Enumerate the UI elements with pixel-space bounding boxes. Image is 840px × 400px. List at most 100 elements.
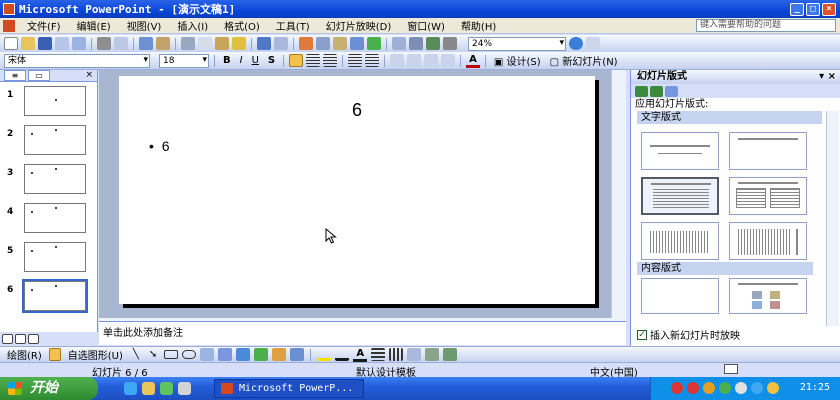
task-pane-close-icon[interactable]: ▾ × (819, 70, 836, 84)
arrow-icon[interactable]: ➘ (146, 349, 160, 360)
tray-icon-3[interactable] (703, 382, 715, 394)
redo-icon[interactable] (274, 37, 288, 50)
insert-table-icon[interactable] (316, 37, 330, 50)
zoom-combo[interactable]: 24% (468, 36, 566, 51)
decrease-font-icon[interactable] (407, 54, 422, 67)
picture-icon[interactable] (290, 348, 305, 361)
menu-edit[interactable]: 编辑(E) (69, 18, 119, 33)
slide-title[interactable]: 6 (119, 100, 595, 121)
menu-insert[interactable]: 插入(I) (169, 18, 216, 33)
research-icon[interactable] (156, 37, 170, 50)
dash-style-icon[interactable] (389, 348, 404, 361)
align-center-icon[interactable] (306, 54, 321, 67)
new-slide-button[interactable]: ▢ 新幻灯片(N) (547, 53, 621, 68)
tray-icon-1[interactable] (671, 382, 683, 394)
layout-vertical-title-text[interactable] (729, 222, 807, 260)
normal-view-icon[interactable] (2, 333, 13, 344)
italic-button[interactable]: I (237, 55, 246, 66)
help-search-input[interactable]: 键入需要帮助的问题 (696, 19, 836, 32)
draw-font-color-icon[interactable]: A (353, 348, 368, 362)
help-icon[interactable] (569, 37, 583, 50)
arrow-style-icon[interactable] (407, 348, 422, 361)
menu-file[interactable]: 文件(F) (19, 18, 69, 33)
select-objects-icon[interactable] (48, 348, 61, 361)
outline-tab[interactable]: ≡ (4, 70, 26, 81)
draw-menu-button[interactable]: 绘图(R) (4, 347, 45, 362)
quicklaunch-desktop-icon[interactable] (160, 382, 173, 395)
show-formatting-icon[interactable] (409, 37, 423, 50)
powerpoint-app-icon[interactable] (3, 3, 15, 15)
menu-slideshow[interactable]: 幻灯片放映(D) (318, 18, 400, 33)
wordart-icon[interactable] (236, 348, 251, 361)
quicklaunch-ie-icon[interactable] (124, 382, 137, 395)
network-icon[interactable] (751, 382, 763, 394)
tray-icon-2[interactable] (687, 382, 699, 394)
font-size-combo[interactable]: 18 (159, 53, 209, 68)
copy-icon[interactable] (198, 37, 212, 50)
close-button[interactable]: × (822, 2, 836, 16)
increase-font-icon[interactable] (390, 54, 405, 67)
line-color-icon[interactable] (335, 348, 350, 361)
insert-picture-icon[interactable] (350, 37, 364, 50)
align-left-icon[interactable] (289, 54, 304, 67)
cut-icon[interactable] (181, 37, 195, 50)
insert-on-new-slide-option[interactable]: ✓ 插入新幻灯片时放映 (637, 327, 740, 342)
slideshow-view-icon[interactable] (28, 333, 39, 344)
minimize-button[interactable]: _ (790, 2, 804, 16)
document-icon[interactable] (3, 19, 15, 32)
layout-title-two-columns[interactable] (729, 177, 807, 215)
slide-sorter-icon[interactable] (15, 333, 26, 344)
save-icon[interactable] (38, 37, 52, 50)
start-button[interactable]: 开始 (0, 377, 98, 400)
align-right-icon[interactable] (323, 54, 338, 67)
close-pane-icon[interactable]: × (85, 70, 93, 81)
rectangle-icon[interactable] (164, 350, 179, 359)
expand-all-icon[interactable] (392, 37, 406, 50)
slide-thumbnail-4[interactable] (24, 203, 86, 233)
slide-vertical-scrollbar[interactable] (611, 70, 626, 318)
layout-blank[interactable] (641, 278, 719, 314)
tray-icon-4[interactable] (719, 382, 731, 394)
slides-tab[interactable]: ▭ (28, 70, 50, 81)
new-icon[interactable] (4, 37, 18, 50)
line-icon[interactable]: ╲ (130, 349, 142, 360)
slide-thumbnail-2[interactable] (24, 125, 86, 155)
tables-borders-icon[interactable] (333, 37, 347, 50)
spelling-icon[interactable] (139, 37, 153, 50)
toolbar-options-icon[interactable] (586, 37, 600, 50)
volume-icon[interactable] (735, 382, 747, 394)
shadow-button[interactable]: S (265, 55, 278, 66)
slide-thumbnail-6[interactable] (22, 279, 88, 313)
menu-view[interactable]: 视图(V) (119, 18, 170, 33)
design-button[interactable]: ▣ 设计(S) (491, 53, 544, 68)
increase-indent-icon[interactable] (441, 54, 456, 67)
text-box-icon[interactable] (200, 348, 215, 361)
slide-thumbnail-1[interactable] (24, 86, 86, 116)
quicklaunch-app-icon[interactable] (178, 382, 191, 395)
font-name-combo[interactable]: 宋体 (4, 53, 150, 68)
taskbar-powerpoint-item[interactable]: Microsoft PowerP... (214, 379, 364, 398)
layout-content[interactable] (729, 278, 807, 314)
slide-bullet-text[interactable]: • 6 (149, 138, 169, 154)
print-icon[interactable] (97, 37, 111, 50)
quicklaunch-media-icon[interactable] (142, 382, 155, 395)
decrease-indent-icon[interactable] (424, 54, 439, 67)
vertical-text-box-icon[interactable] (218, 348, 233, 361)
permission-icon[interactable] (55, 37, 69, 50)
insert-on-new-slide-checkbox[interactable]: ✓ (637, 329, 647, 340)
back-icon[interactable] (635, 85, 648, 97)
oval-icon[interactable] (182, 350, 197, 359)
maximize-button[interactable]: □ (806, 2, 820, 16)
email-icon[interactable] (72, 37, 86, 50)
numbering-icon[interactable] (348, 54, 363, 67)
clip-art-icon[interactable] (272, 348, 287, 361)
tray-icon-7[interactable] (767, 382, 779, 394)
forward-icon[interactable] (650, 85, 663, 97)
bold-button[interactable]: B (220, 55, 234, 66)
bullets-icon[interactable] (365, 54, 380, 67)
underline-button[interactable]: U (249, 55, 262, 66)
insert-chart-icon[interactable] (299, 37, 313, 50)
notes-pane[interactable]: 单击此处添加备注 (99, 321, 626, 345)
slide-thumbnail-3[interactable] (24, 164, 86, 194)
current-slide[interactable]: 6 • 6 (119, 76, 595, 304)
